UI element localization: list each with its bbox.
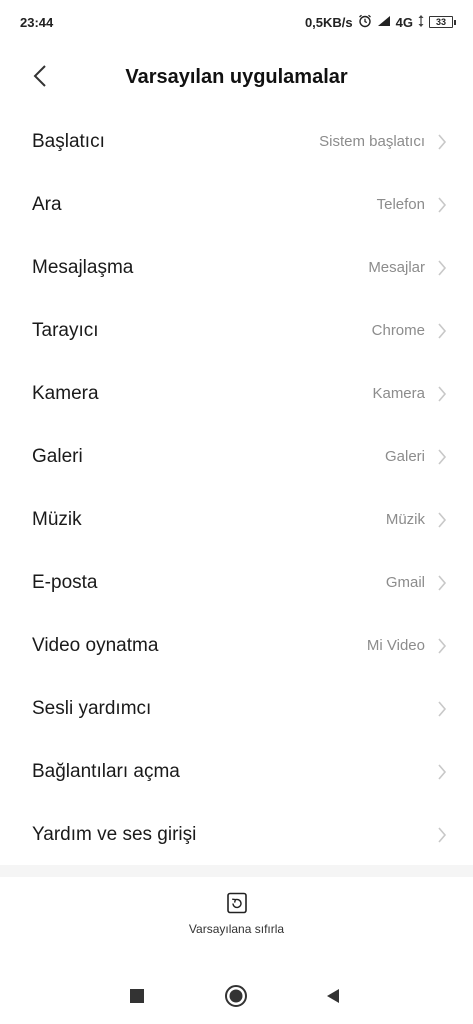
item-label: Başlatıcı xyxy=(32,130,105,152)
list-item-voice-assistant[interactable]: Sesli yardımcı xyxy=(0,677,473,740)
section-separator xyxy=(0,865,473,877)
list-item-camera[interactable]: Kamera Kamera xyxy=(0,362,473,425)
item-right: Müzik xyxy=(386,511,447,528)
item-right xyxy=(425,700,447,717)
chevron-right-icon xyxy=(438,637,447,654)
item-label: Sesli yardımcı xyxy=(32,697,152,719)
alarm-icon xyxy=(358,14,372,31)
item-label: E-posta xyxy=(32,571,98,593)
item-right xyxy=(425,763,447,780)
item-value: Chrome xyxy=(371,322,425,339)
chevron-right-icon xyxy=(438,385,447,402)
item-label: Müzik xyxy=(32,508,82,530)
list-item-video-player[interactable]: Video oynatma Mi Video xyxy=(0,614,473,677)
list-item-launcher[interactable]: Başlatıcı Sistem başlatıcı xyxy=(0,110,473,173)
item-label: Mesajlaşma xyxy=(32,256,134,278)
item-label: Kamera xyxy=(32,382,99,404)
back-chevron-icon xyxy=(33,65,46,87)
chevron-right-icon xyxy=(438,259,447,276)
item-label: Bağlantıları açma xyxy=(32,760,180,782)
item-label: Ara xyxy=(32,193,62,215)
item-right: Mi Video xyxy=(367,637,447,654)
data-arrows-icon xyxy=(418,14,424,30)
default-apps-list: Başlatıcı Sistem başlatıcı Ara Telefon M… xyxy=(0,110,473,866)
list-item-browser[interactable]: Tarayıcı Chrome xyxy=(0,299,473,362)
back-button[interactable] xyxy=(26,62,54,90)
reset-defaults-button[interactable]: Varsayılana sıfırla xyxy=(0,892,473,952)
item-value: Mi Video xyxy=(366,637,425,654)
status-time: 23:44 xyxy=(20,14,54,30)
item-right: Mesajlar xyxy=(368,259,447,276)
item-right: Gmail xyxy=(386,574,447,591)
chevron-right-icon xyxy=(438,511,447,528)
item-value: Telefon xyxy=(376,196,425,213)
item-value: Kamera xyxy=(372,385,425,402)
list-item-messaging[interactable]: Mesajlaşma Mesajlar xyxy=(0,236,473,299)
item-right: Kamera xyxy=(372,385,447,402)
item-right: Galeri xyxy=(385,448,447,465)
item-value: Müzik xyxy=(385,511,425,528)
list-item-music[interactable]: Müzik Müzik xyxy=(0,488,473,551)
battery-icon: 33 xyxy=(429,16,456,28)
chevron-right-icon xyxy=(438,574,447,591)
chevron-right-icon xyxy=(438,196,447,213)
page-title: Varsayılan uygulamalar xyxy=(125,65,348,88)
item-label: Tarayıcı xyxy=(32,319,99,341)
list-item-opening-links[interactable]: Bağlantıları açma xyxy=(0,740,473,803)
chevron-right-icon xyxy=(438,133,447,150)
item-right: Sistem başlatıcı xyxy=(319,133,447,150)
signal-icon xyxy=(377,15,391,30)
item-right xyxy=(425,826,447,843)
chevron-right-icon xyxy=(438,322,447,339)
network-type: 4G xyxy=(395,14,413,30)
back-triangle-icon xyxy=(327,989,339,1003)
header: Varsayılan uygulamalar xyxy=(0,52,473,102)
item-value: Galeri xyxy=(384,448,425,465)
net-speed: 0,5KB/s xyxy=(304,14,353,30)
home-button[interactable] xyxy=(224,984,248,1008)
recents-button[interactable] xyxy=(125,984,149,1008)
chevron-right-icon xyxy=(438,826,447,843)
list-item-gallery[interactable]: Galeri Galeri xyxy=(0,425,473,488)
navigation-bar xyxy=(0,972,473,1020)
item-value: Mesajlar xyxy=(368,259,425,276)
reset-label: Varsayılana sıfırla xyxy=(188,922,285,936)
item-label: Galeri xyxy=(32,445,83,467)
chevron-right-icon xyxy=(438,448,447,465)
home-circle-icon xyxy=(225,985,247,1007)
item-label: Yardım ve ses girişi xyxy=(32,823,197,845)
chevron-right-icon xyxy=(438,700,447,717)
item-value: Sistem başlatıcı xyxy=(319,133,425,150)
chevron-right-icon xyxy=(438,763,447,780)
item-right: Chrome xyxy=(372,322,447,339)
status-bar: 23:44 0,5KB/s 4G 33 xyxy=(0,0,473,44)
list-item-call[interactable]: Ara Telefon xyxy=(0,173,473,236)
status-icons: 0,5KB/s 4G 33 xyxy=(304,14,456,31)
list-item-email[interactable]: E-posta Gmail xyxy=(0,551,473,614)
battery-level: 33 xyxy=(435,16,446,27)
list-item-assist-voice-input[interactable]: Yardım ve ses girişi xyxy=(0,803,473,866)
item-value: Gmail xyxy=(385,574,425,591)
item-right: Telefon xyxy=(377,196,447,213)
back-nav-button[interactable] xyxy=(321,984,345,1008)
recents-square-icon xyxy=(130,989,144,1003)
reset-icon xyxy=(226,892,247,914)
item-label: Video oynatma xyxy=(32,634,159,656)
